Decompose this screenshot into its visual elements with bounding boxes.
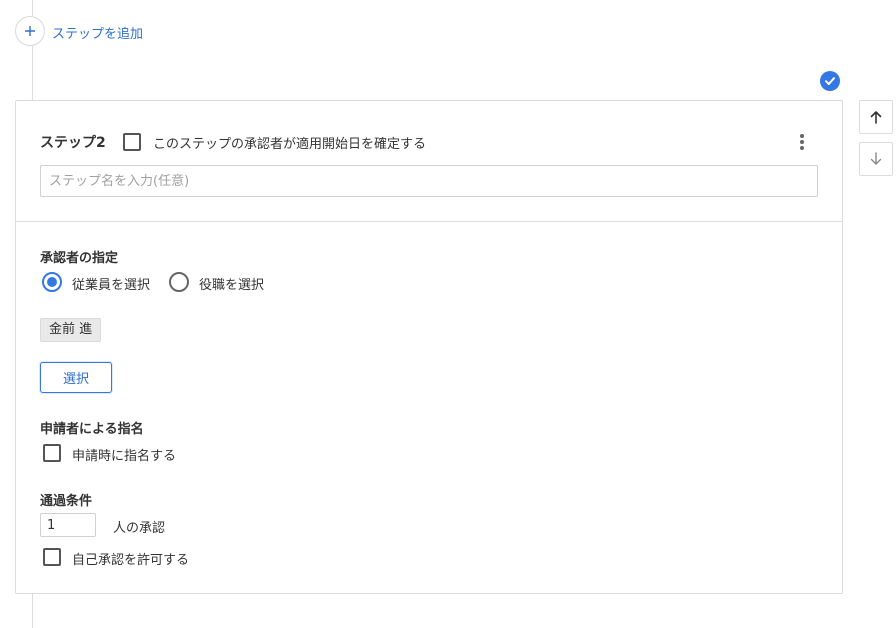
add-step-button[interactable] xyxy=(15,16,45,46)
pass-condition-title: 通過条件 xyxy=(40,494,93,509)
step-card: ステップ2 このステップの承認者が適用開始日を確定する 承認者の指定 従業員を選… xyxy=(15,100,843,594)
more-vertical-icon[interactable] xyxy=(796,132,808,152)
arrow-down-icon xyxy=(870,152,882,165)
step-name-input[interactable] xyxy=(40,165,818,197)
radio-employee-label: 従業員を選択 xyxy=(72,278,151,293)
allow-self-approval-label: 自己承認を許可する xyxy=(72,553,190,568)
applicant-nomination-title: 申請者による指名 xyxy=(40,422,144,437)
approval-count-suffix: 人の承認 xyxy=(113,521,166,536)
nominate-at-application-label: 申請時に指名する xyxy=(72,449,177,464)
confirm-start-date-checkbox[interactable] xyxy=(123,133,141,151)
plus-icon xyxy=(25,26,35,36)
arrow-up-icon xyxy=(870,111,882,124)
nominate-at-application-checkbox[interactable] xyxy=(43,444,61,462)
approval-count-input[interactable] xyxy=(40,513,96,537)
radio-employee[interactable] xyxy=(42,272,62,292)
card-divider xyxy=(16,221,842,222)
move-up-button[interactable] xyxy=(859,100,893,134)
allow-self-approval-checkbox[interactable] xyxy=(43,548,61,566)
connector-line-top xyxy=(32,0,33,16)
confirm-start-date-label: このステップの承認者が適用開始日を確定する xyxy=(153,137,427,152)
selected-employee-chip: 金前 進 xyxy=(40,318,102,342)
connector-line-bottom xyxy=(32,594,33,628)
radio-position[interactable] xyxy=(169,272,189,292)
add-step-link[interactable]: ステップを追加 xyxy=(52,23,143,42)
step-title: ステップ2 xyxy=(40,135,106,151)
select-approver-button[interactable]: 選択 xyxy=(40,362,112,393)
approver-section-title: 承認者の指定 xyxy=(40,251,119,266)
check-circle-icon xyxy=(820,71,840,91)
move-down-button[interactable] xyxy=(859,142,893,176)
connector-line-middle xyxy=(32,46,33,100)
radio-position-label: 役職を選択 xyxy=(199,278,265,293)
